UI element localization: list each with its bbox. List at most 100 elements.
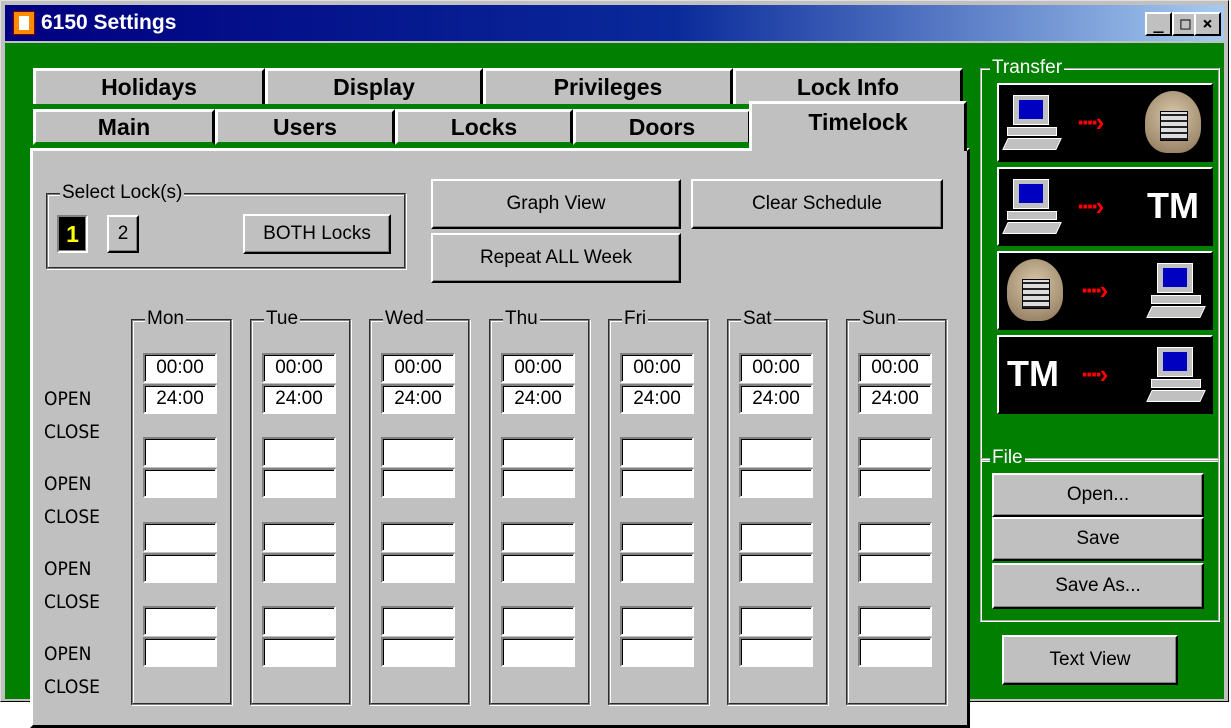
close-time-field[interactable]: 24:00 bbox=[501, 384, 575, 414]
day-label: Thu bbox=[503, 308, 540, 330]
close-time-field[interactable] bbox=[381, 468, 455, 498]
close-time-field[interactable] bbox=[858, 553, 932, 583]
open-time-field[interactable] bbox=[381, 522, 455, 552]
open-time-field[interactable] bbox=[501, 522, 575, 552]
close-time-field[interactable]: 24:00 bbox=[143, 384, 217, 414]
tab-lock-info[interactable]: Lock Info bbox=[733, 68, 963, 104]
send-to-tm-button[interactable]: ····› TM bbox=[997, 167, 1213, 246]
open-time-field[interactable] bbox=[501, 606, 575, 636]
settings-window: 6150 Settings _ □ × Holidays Display Pri… bbox=[0, 0, 1229, 728]
close-time-field[interactable]: 24:00 bbox=[620, 384, 694, 414]
close-time-field[interactable] bbox=[143, 553, 217, 583]
close-time-field[interactable] bbox=[739, 637, 813, 667]
open-time-field[interactable]: 00:00 bbox=[620, 353, 694, 383]
close-time-field[interactable]: 24:00 bbox=[381, 384, 455, 414]
arrow-right-icon: ····› bbox=[1081, 275, 1108, 305]
close-time-field[interactable] bbox=[381, 553, 455, 583]
close-time-field[interactable] bbox=[739, 468, 813, 498]
open-button[interactable]: Open... bbox=[992, 473, 1204, 517]
open-time-field[interactable]: 00:00 bbox=[143, 353, 217, 383]
close-time-field[interactable] bbox=[501, 468, 575, 498]
day-group-tue: Tue 00:00 24:00 bbox=[250, 308, 351, 705]
day-group-mon: Mon 00:00 24:00 bbox=[131, 308, 232, 705]
close-time-field[interactable] bbox=[143, 637, 217, 667]
save-as-button[interactable]: Save As... bbox=[992, 563, 1204, 609]
tab-locks[interactable]: Locks bbox=[395, 109, 573, 145]
open-time-field[interactable] bbox=[262, 437, 336, 467]
day-label: Tue bbox=[264, 308, 301, 330]
open-time-field[interactable] bbox=[143, 522, 217, 552]
close-time-field[interactable] bbox=[858, 637, 932, 667]
tab-timelock[interactable]: Timelock bbox=[749, 101, 967, 151]
day-group-sat: Sat 00:00 24:00 bbox=[727, 308, 828, 705]
open-time-field[interactable] bbox=[620, 606, 694, 636]
open-time-field[interactable]: 00:00 bbox=[739, 353, 813, 383]
open-time-field[interactable] bbox=[381, 606, 455, 636]
tab-main[interactable]: Main bbox=[33, 109, 215, 145]
open-time-field[interactable] bbox=[262, 606, 336, 636]
lock-2-button[interactable]: 2 bbox=[107, 215, 139, 253]
close-time-field[interactable] bbox=[501, 553, 575, 583]
open-time-field[interactable] bbox=[381, 437, 455, 467]
text-view-button[interactable]: Text View bbox=[1002, 635, 1178, 685]
open-time-field[interactable]: 00:00 bbox=[501, 353, 575, 383]
graph-view-button[interactable]: Graph View bbox=[431, 179, 681, 229]
day-label: Wed bbox=[383, 308, 426, 330]
open-time-field[interactable] bbox=[858, 437, 932, 467]
minimize-button[interactable]: _ bbox=[1145, 12, 1172, 36]
tab-privileges[interactable]: Privileges bbox=[483, 68, 733, 104]
tab-doors[interactable]: Doors bbox=[573, 109, 751, 145]
day-label: Mon bbox=[145, 308, 186, 330]
open-time-field[interactable] bbox=[739, 606, 813, 636]
send-to-lock-button[interactable]: ····› bbox=[997, 83, 1213, 162]
close-time-field[interactable]: 24:00 bbox=[262, 384, 336, 414]
open-time-field[interactable] bbox=[858, 606, 932, 636]
app-icon[interactable] bbox=[13, 11, 35, 35]
close-time-field[interactable] bbox=[620, 553, 694, 583]
lock-keypad-icon bbox=[1145, 91, 1201, 153]
open-time-field[interactable] bbox=[620, 522, 694, 552]
lock-keypad-icon bbox=[1007, 259, 1063, 321]
both-locks-button[interactable]: BOTH Locks bbox=[243, 214, 391, 254]
open-time-field[interactable]: 00:00 bbox=[262, 353, 336, 383]
close-time-field[interactable] bbox=[739, 553, 813, 583]
open-time-field[interactable] bbox=[262, 522, 336, 552]
open-time-field[interactable] bbox=[501, 437, 575, 467]
open-time-field[interactable] bbox=[143, 437, 217, 467]
tab-display[interactable]: Display bbox=[265, 68, 483, 104]
open-time-field[interactable]: 00:00 bbox=[381, 353, 455, 383]
receive-from-lock-button[interactable]: ····› bbox=[997, 251, 1213, 330]
close-time-field[interactable] bbox=[262, 553, 336, 583]
save-button[interactable]: Save bbox=[992, 517, 1204, 561]
day-group-fri: Fri 00:00 24:00 bbox=[608, 308, 709, 705]
repeat-all-week-button[interactable]: Repeat ALL Week bbox=[431, 233, 681, 283]
clear-schedule-button[interactable]: Clear Schedule bbox=[691, 179, 943, 229]
close-time-field[interactable]: 24:00 bbox=[858, 384, 932, 414]
tm-label: TM bbox=[1147, 185, 1199, 226]
open-time-field[interactable]: 00:00 bbox=[858, 353, 932, 383]
open-time-field[interactable] bbox=[620, 437, 694, 467]
receive-from-tm-button[interactable]: TM ····› bbox=[997, 335, 1213, 414]
open-time-field[interactable] bbox=[858, 522, 932, 552]
computer-icon bbox=[1146, 347, 1206, 405]
title-bar[interactable]: 6150 Settings _ □ × bbox=[5, 5, 1224, 41]
close-time-field[interactable] bbox=[262, 468, 336, 498]
close-time-field[interactable] bbox=[262, 637, 336, 667]
open-time-field[interactable] bbox=[739, 522, 813, 552]
lock-1-button[interactable]: 1 bbox=[57, 215, 88, 253]
close-time-field[interactable] bbox=[501, 637, 575, 667]
close-time-field[interactable] bbox=[620, 468, 694, 498]
open-time-field[interactable] bbox=[143, 606, 217, 636]
close-label: CLOSE bbox=[44, 591, 100, 613]
tab-holidays[interactable]: Holidays bbox=[33, 68, 265, 104]
close-time-field[interactable] bbox=[143, 468, 217, 498]
close-time-field[interactable]: 24:00 bbox=[739, 384, 813, 414]
arrow-right-icon: ····› bbox=[1081, 359, 1108, 389]
close-time-field[interactable] bbox=[858, 468, 932, 498]
close-time-field[interactable] bbox=[381, 637, 455, 667]
close-time-field[interactable] bbox=[620, 637, 694, 667]
tab-users[interactable]: Users bbox=[215, 109, 395, 145]
open-time-field[interactable] bbox=[739, 437, 813, 467]
close-label: CLOSE bbox=[44, 421, 100, 443]
close-button[interactable]: × bbox=[1194, 12, 1221, 36]
